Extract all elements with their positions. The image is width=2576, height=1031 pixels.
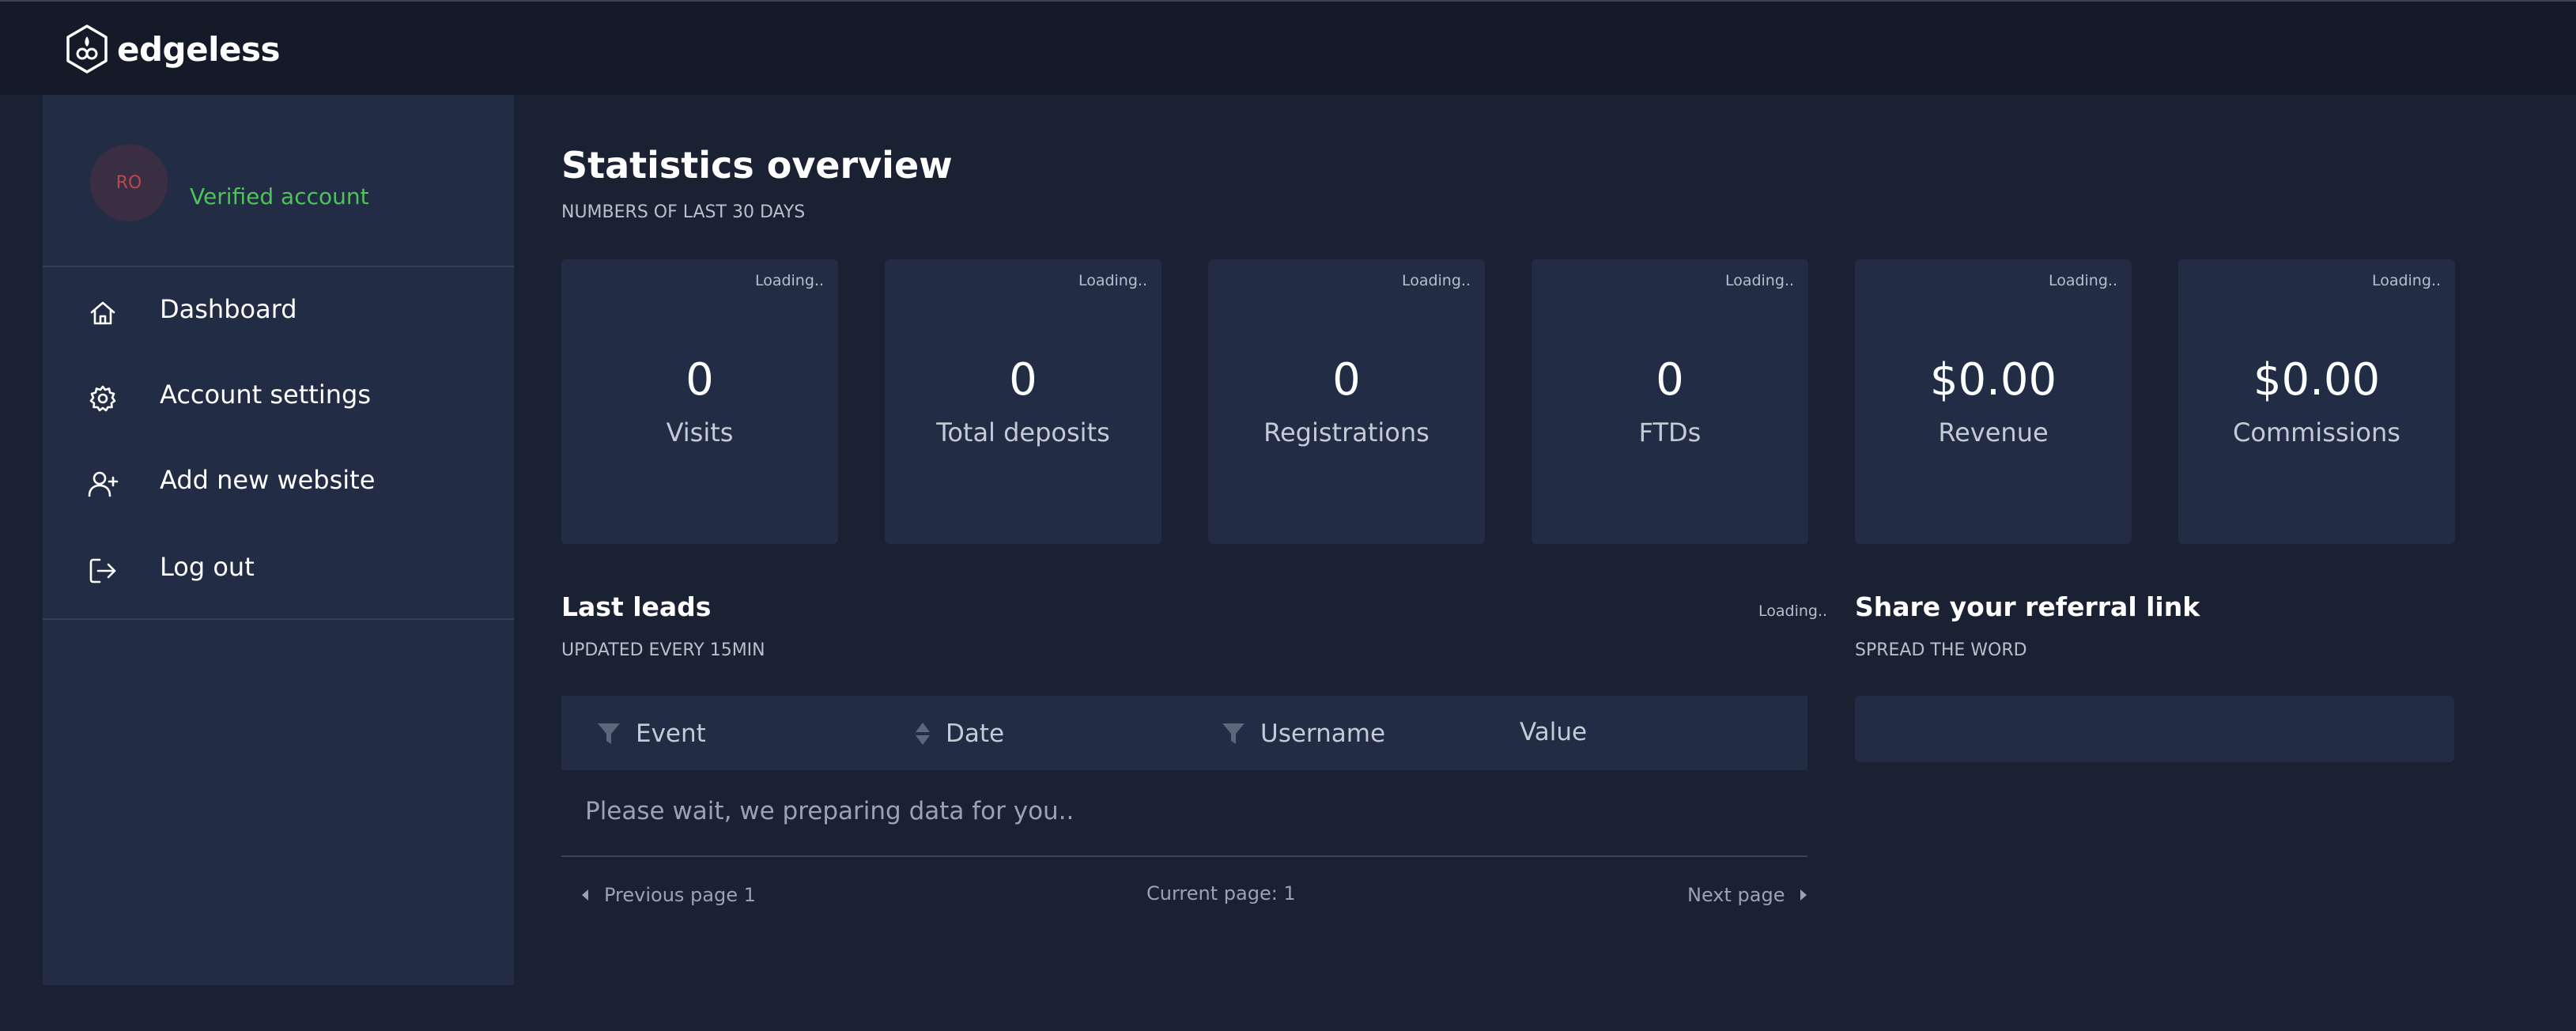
logo[interactable]: edgeless [63, 24, 280, 74]
stat-label: Revenue [1938, 417, 2049, 448]
loading-indicator: Loading.. [1724, 272, 1794, 289]
home-icon [90, 301, 115, 325]
column-header-date[interactable]: Date [914, 719, 1004, 748]
sidebar-item-add-new-website[interactable]: Add new website [43, 446, 514, 517]
stat-value: 0 [686, 354, 714, 406]
sidebar-item-dashboard[interactable]: Dashboard [43, 275, 514, 346]
avatar[interactable]: RO [90, 144, 168, 221]
sidebar-item-label: Add new website [160, 465, 376, 495]
brand-name: edgeless [117, 29, 280, 69]
sidebar-item-label: Account settings [160, 380, 371, 410]
referral-link-box[interactable] [1855, 696, 2454, 762]
leads-title: Last leads [561, 591, 712, 622]
stat-label: Registrations [1263, 417, 1430, 448]
sidebar-item-account-settings[interactable]: Account settings [43, 361, 514, 432]
next-page-label: Next page [1687, 884, 1785, 906]
loading-indicator: Loading.. [1078, 272, 1147, 289]
column-header-value: Value [1520, 718, 1587, 746]
loading-indicator: Loading.. [1401, 272, 1471, 289]
stat-card-visits: Loading.. 0 Visits [561, 259, 838, 544]
current-page-label: Current page: 1 [1146, 882, 1296, 904]
logout-icon [89, 558, 116, 583]
previous-page-button[interactable]: Previous page 1 [580, 884, 756, 906]
stat-card-registrations: Loading.. 0 Registrations [1208, 259, 1485, 544]
sidebar-item-log-out[interactable]: Log out [43, 533, 514, 604]
current-page-indicator: Current page: 1 [1146, 882, 1296, 904]
sidebar-item-label: Dashboard [160, 294, 297, 324]
stat-card-ftds: Loading.. 0 FTDs [1532, 259, 1808, 544]
stat-label: FTDs [1638, 417, 1702, 448]
stat-value: $0.00 [2253, 354, 2381, 406]
profile-section: RO Verified account [43, 95, 514, 267]
stat-label: Commissions [2233, 417, 2400, 448]
loading-indicator: Loading.. [2048, 272, 2117, 289]
referral-subtitle: SPREAD THE WORD [1855, 640, 2027, 660]
previous-page-label: Previous page 1 [604, 884, 756, 906]
sidebar: RO Verified account Dashboard Account se… [43, 95, 514, 985]
loading-indicator: Loading.. [2371, 272, 2441, 289]
avatar-initials: RO [115, 172, 142, 193]
loading-indicator: Loading.. [754, 272, 824, 289]
column-header-event[interactable]: Event [596, 719, 706, 748]
stat-card-commissions: Loading.. $0.00 Commissions [2178, 259, 2455, 544]
edgeless-logo-icon [66, 25, 108, 74]
stat-label: Total deposits [936, 417, 1110, 448]
stat-card-revenue: Loading.. $0.00 Revenue [1855, 259, 2132, 544]
column-label: Event [636, 719, 706, 748]
filter-icon [1222, 723, 1245, 744]
column-label: Date [946, 719, 1005, 748]
page-subtitle: NUMBERS OF LAST 30 DAYS [561, 202, 806, 222]
stat-value: 0 [1332, 354, 1361, 406]
leads-subtitle: UPDATED EVERY 15MIN [561, 640, 765, 660]
top-bar: edgeless [0, 0, 2576, 95]
column-label: Username [1260, 719, 1386, 748]
leads-table-header: Event Date Username Value [561, 696, 1807, 770]
next-page-button[interactable]: Next page [1687, 884, 1808, 906]
stat-value: $0.00 [1929, 354, 2057, 406]
stat-value: 0 [1009, 354, 1037, 406]
caret-right-icon [1800, 889, 1807, 901]
sidebar-divider [43, 618, 514, 620]
user-plus-icon [88, 471, 119, 497]
verified-status: Verified account [190, 183, 369, 210]
stat-label: Visits [666, 417, 734, 448]
table-row: Please wait, we preparing data for you.. [561, 770, 1807, 857]
caret-left-icon [582, 889, 588, 901]
stat-value: 0 [1656, 354, 1684, 406]
filter-icon [598, 723, 620, 744]
gear-icon [89, 385, 116, 412]
column-label: Value [1520, 718, 1588, 746]
sort-icon [916, 723, 930, 745]
leads-loading-indicator: Loading.. [1758, 602, 1828, 620]
stat-card-total-deposits: Loading.. 0 Total deposits [885, 259, 1161, 544]
column-header-username[interactable]: Username [1221, 719, 1385, 748]
sidebar-item-label: Log out [160, 552, 255, 582]
empty-table-message: Please wait, we preparing data for you.. [585, 797, 1075, 825]
referral-title: Share your referral link [1855, 591, 2200, 622]
page-title: Statistics overview [561, 144, 953, 187]
